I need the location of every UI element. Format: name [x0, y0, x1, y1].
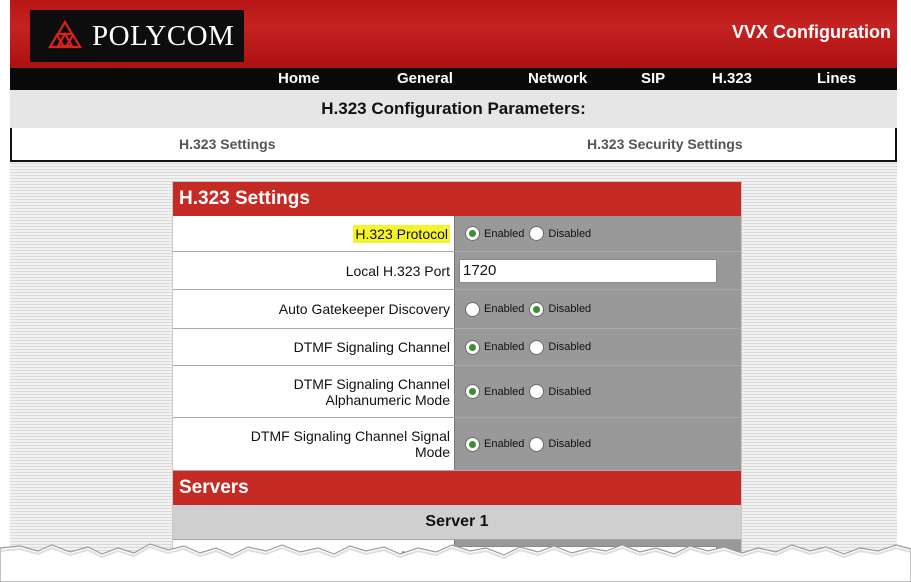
local-port-label: Local H.323 Port	[345, 262, 450, 279]
subnav-h323-security-settings[interactable]: H.323 Security Settings	[587, 136, 743, 152]
polycom-triangles-icon	[48, 19, 82, 49]
nav-network[interactable]: Network	[528, 70, 587, 87]
server-1-heading: Server 1	[173, 505, 741, 540]
app-title: VVX Configuration	[732, 22, 891, 42]
nav-general[interactable]: General	[397, 70, 453, 87]
auto-gatekeeper-label: Auto Gatekeeper Discovery	[278, 301, 450, 317]
dtmf-alphanumeric-disabled-radio[interactable]	[529, 384, 545, 399]
radio-label-enabled: Enabled	[484, 341, 525, 353]
main-nav: Home General Network SIP H.323 Lines	[10, 68, 897, 90]
h323-protocol-label-text: H.323 Protocol	[353, 224, 450, 243]
radio-label-enabled: Enabled	[484, 385, 525, 398]
nav-sip[interactable]: SIP	[641, 70, 665, 87]
dtmf-signal-mode-label-line1: DTMF Signaling Channel Signal	[250, 428, 450, 444]
nav-h323[interactable]: H.323	[712, 70, 752, 87]
row-h323-protocol: H.323 Protocol Enabled Disabled	[173, 216, 741, 252]
h323-settings-form: H.323 Settings H.323 Protocol Enabled Di…	[172, 181, 742, 575]
radio-label-enabled: Enabled	[484, 438, 525, 450]
dtmf-alphanumeric-label-line1: DTMF Signaling Channel	[293, 375, 450, 392]
dtmf-channel-options: Enabled Disabled	[454, 329, 741, 365]
row-dtmf-channel: DTMF Signaling Channel Enabled Disabled	[173, 329, 741, 366]
dtmf-alphanumeric-enabled-radio[interactable]	[465, 384, 480, 399]
nav-home[interactable]: Home	[278, 70, 320, 87]
dtmf-signal-mode-label-line2: Mode	[414, 444, 450, 460]
h323-protocol-label: H.323 Protocol	[173, 216, 454, 251]
config-window: POLYCOM VVX Configuration Home General N…	[10, 0, 897, 575]
dtmf-channel-disabled-radio[interactable]	[529, 339, 545, 355]
dtmf-alphanumeric-options: Enabled Disabled	[454, 366, 741, 417]
row-dtmf-signal-mode: DTMF Signaling Channel Signal Mode Enabl…	[173, 418, 741, 471]
h323-protocol-disabled-radio[interactable]	[529, 226, 545, 241]
radio-label-disabled: Disabled	[548, 227, 592, 240]
section-heading-h323-settings: H.323 Settings	[173, 182, 741, 216]
logo-text: POLYCOM	[92, 19, 235, 52]
radio-label-enabled: Enabled	[484, 227, 525, 240]
radio-label-disabled: Disabled	[548, 385, 592, 398]
h323-protocol-enabled-radio[interactable]	[465, 226, 480, 241]
local-port-input[interactable]	[459, 258, 717, 283]
sub-navigation: H.323 Settings H.323 Security Settings	[10, 128, 897, 162]
nav-lines[interactable]: Lines	[817, 70, 856, 87]
h323-protocol-options: Enabled Disabled	[454, 216, 741, 251]
dtmf-channel-enabled-radio[interactable]	[465, 339, 480, 355]
dtmf-alphanumeric-label-line2: Alphanumeric Mode	[325, 391, 450, 408]
auto-gatekeeper-disabled-radio[interactable]	[529, 301, 545, 317]
dtmf-signal-mode-label: DTMF Signaling Channel Signal Mode	[173, 418, 454, 470]
subnav-h323-settings[interactable]: H.323 Settings	[179, 136, 275, 152]
radio-label-enabled: Enabled	[484, 303, 525, 315]
header-bar: POLYCOM VVX Configuration	[10, 0, 897, 68]
row-local-port: Local H.323 Port	[173, 252, 741, 290]
section-heading-servers: Servers	[173, 471, 741, 505]
torn-paper-edge	[0, 543, 911, 582]
radio-label-disabled: Disabled	[548, 341, 592, 353]
local-port-cell	[454, 252, 741, 289]
dtmf-signal-mode-options: Enabled Disabled	[454, 418, 741, 470]
auto-gatekeeper-options: Enabled Disabled	[454, 290, 741, 328]
radio-label-disabled: Disabled	[548, 303, 592, 315]
row-auto-gatekeeper: Auto Gatekeeper Discovery Enabled Disabl…	[173, 290, 741, 329]
row-dtmf-alphanumeric: DTMF Signaling Channel Alphanumeric Mode…	[173, 366, 741, 418]
page-title: H.323 Configuration Parameters:	[10, 90, 897, 128]
dtmf-alphanumeric-label: DTMF Signaling Channel Alphanumeric Mode	[173, 366, 454, 417]
dtmf-signal-mode-disabled-radio[interactable]	[529, 436, 545, 452]
auto-gatekeeper-enabled-radio[interactable]	[465, 301, 480, 317]
polycom-logo: POLYCOM	[30, 10, 244, 62]
dtmf-signal-mode-enabled-radio[interactable]	[465, 436, 480, 452]
dtmf-channel-label: DTMF Signaling Channel	[293, 339, 450, 355]
radio-label-disabled: Disabled	[548, 438, 592, 450]
